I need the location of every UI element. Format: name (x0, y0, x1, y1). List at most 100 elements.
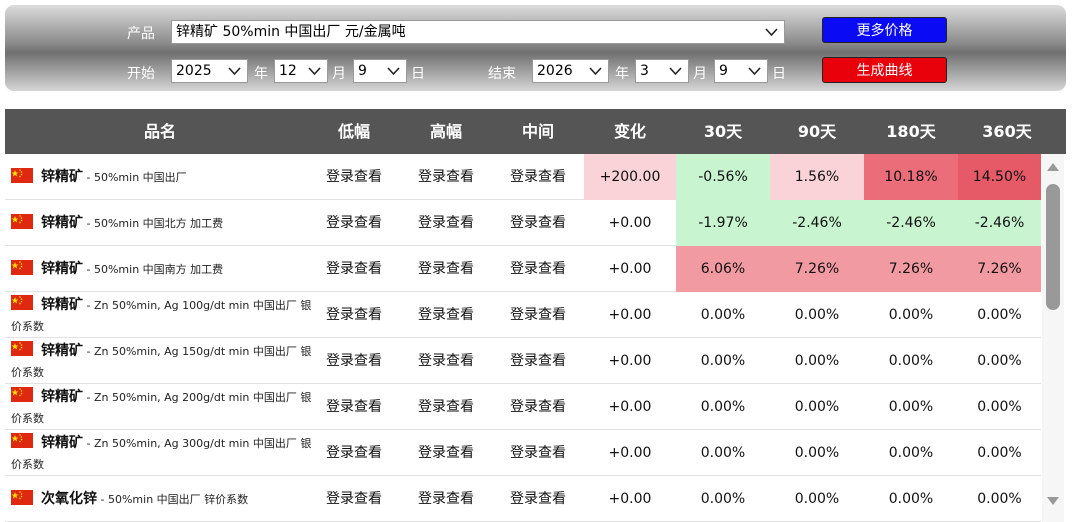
header-change: 变化 (613, 122, 646, 141)
change-30d: 0.00% (700, 445, 746, 461)
high-value[interactable]: 登录查看 (400, 246, 492, 292)
high-value[interactable]: 登录查看 (400, 200, 492, 246)
product-name[interactable]: 锌精矿 (41, 389, 83, 405)
mid-value[interactable]: 登录查看 (492, 292, 584, 338)
product-name[interactable]: 锌精矿 (41, 215, 83, 231)
product-name[interactable]: 锌精矿 (41, 169, 83, 185)
table-row[interactable]: 次氧化锌 - 50%min 中国出厂 锌价系数 登录查看 登录查看 登录查看 +… (5, 476, 1041, 522)
product-name[interactable]: 次氧化锌 (41, 491, 97, 507)
start-year-select[interactable]: 2025 (171, 59, 248, 83)
product-name[interactable]: 锌精矿 (41, 261, 83, 277)
product-spec: 50%min 中国北方 加工费 (93, 217, 224, 230)
product-name[interactable]: 锌精矿 (41, 297, 83, 313)
table-row[interactable]: 锌精矿 - 50%min 中国北方 加工费 登录查看 登录查看 登录查看 +0.… (5, 200, 1041, 246)
high-value[interactable]: 登录查看 (400, 338, 492, 384)
name-separator: - (83, 437, 94, 450)
product-name-cell: 锌精矿 - Zn 50%min, Ag 100g/dt min 中国出厂 银 价… (5, 292, 315, 338)
name-separator: - (83, 171, 94, 184)
low-value[interactable]: 登录查看 (308, 476, 400, 522)
product-spec: Zn 50%min, Ag 100g/dt min 中国出厂 银 (93, 299, 312, 312)
change-30d: -1.97% (676, 200, 770, 246)
header-90d: 90天 (797, 122, 837, 141)
product-name-cell: 次氧化锌 - 50%min 中国出厂 锌价系数 (5, 476, 315, 522)
header-low: 低幅 (337, 122, 370, 141)
table-scrollbar[interactable] (1042, 154, 1064, 522)
scroll-up-arrow-icon[interactable] (1046, 162, 1060, 172)
scrollbar-thumb[interactable] (1046, 184, 1060, 310)
mid-value[interactable]: 登录查看 (492, 338, 584, 384)
change-value: +0.00 (608, 445, 652, 461)
change-value: +0.00 (608, 353, 652, 369)
product-name-cell: 锌精矿 - 50%min 中国南方 加工费 (5, 246, 315, 292)
product-name-cell: 锌精矿 - 50%min 中国北方 加工费 (5, 200, 315, 246)
mid-value[interactable]: 登录查看 (492, 246, 584, 292)
end-label: 结束 (488, 66, 516, 82)
more-prices-button[interactable]: 更多价格 (822, 17, 947, 43)
high-value[interactable]: 登录查看 (400, 430, 492, 476)
high-value[interactable]: 登录查看 (400, 384, 492, 430)
china-flag-icon (11, 387, 33, 402)
china-flag-icon (11, 168, 33, 183)
table-row[interactable]: 锌精矿 - Zn 50%min, Ag 150g/dt min 中国出厂 银 价… (5, 338, 1041, 384)
change-90d: 7.26% (770, 246, 864, 292)
low-value[interactable]: 登录查看 (308, 338, 400, 384)
start-day-select[interactable]: 9 (353, 59, 407, 83)
table-row[interactable]: 锌精矿 - 50%min 中国出厂 登录查看 登录查看 登录查看 +200.00… (5, 154, 1041, 200)
change-30d: 0.00% (700, 491, 746, 507)
table-row[interactable]: 锌精矿 - Zn 50%min, Ag 200g/dt min 中国出厂 银 价… (5, 384, 1041, 430)
header-mid: 中间 (521, 122, 554, 141)
mid-value[interactable]: 登录查看 (492, 200, 584, 246)
product-select-value: 锌精矿 50%min 中国出厂 元/金属吨 (176, 24, 406, 40)
change-value: +0.00 (608, 491, 652, 507)
low-value[interactable]: 登录查看 (308, 200, 400, 246)
change-30d: 0.00% (700, 307, 746, 323)
start-day-value: 9 (358, 63, 367, 79)
change-180d: 10.18% (864, 154, 958, 200)
end-month-select[interactable]: 3 (635, 59, 689, 83)
table-row[interactable]: 锌精矿 - Zn 50%min, Ag 300g/dt min 中国出厂 银 价… (5, 430, 1041, 476)
mid-value[interactable]: 登录查看 (492, 384, 584, 430)
china-flag-icon (11, 295, 33, 310)
table-row[interactable]: 锌精矿 - 50%min 中国南方 加工费 登录查看 登录查看 登录查看 +0.… (5, 246, 1041, 292)
change-90d: 0.00% (794, 353, 840, 369)
change-90d: 0.00% (794, 399, 840, 415)
low-value[interactable]: 登录查看 (308, 154, 400, 200)
high-value[interactable]: 登录查看 (400, 292, 492, 338)
change-30d: 0.00% (700, 399, 746, 415)
header-name: 品名 (143, 122, 176, 141)
product-spec-continued: 价系数 (11, 412, 44, 425)
end-day-select[interactable]: 9 (714, 59, 768, 83)
change-30d: 0.00% (700, 353, 746, 369)
high-value[interactable]: 登录查看 (400, 154, 492, 200)
product-spec-continued: 价系数 (11, 366, 44, 379)
product-name[interactable]: 锌精矿 (41, 435, 83, 451)
scroll-down-arrow-icon[interactable] (1046, 496, 1060, 506)
mid-value[interactable]: 登录查看 (492, 154, 584, 200)
generate-curve-button[interactable]: 生成曲线 (822, 57, 947, 83)
product-select[interactable]: 锌精矿 50%min 中国出厂 元/金属吨 (171, 20, 785, 44)
china-flag-icon (11, 341, 33, 356)
product-spec: 50%min 中国南方 加工费 (93, 263, 224, 276)
high-value[interactable]: 登录查看 (400, 476, 492, 522)
mid-value[interactable]: 登录查看 (492, 430, 584, 476)
product-spec: 50%min 中国出厂 (93, 171, 187, 184)
end-month-value: 3 (640, 63, 649, 79)
product-name[interactable]: 锌精矿 (41, 343, 83, 359)
start-month-select[interactable]: 12 (274, 59, 328, 83)
low-value[interactable]: 登录查看 (308, 292, 400, 338)
end-day-value: 9 (719, 63, 728, 79)
low-value[interactable]: 登录查看 (308, 384, 400, 430)
end-year-select[interactable]: 2026 (532, 59, 609, 83)
change-360d: 0.00% (977, 307, 1022, 323)
change-360d: 0.00% (977, 491, 1022, 507)
start-month-value: 12 (279, 63, 297, 79)
change-30d: -0.56% (676, 154, 770, 200)
low-value[interactable]: 登录查看 (308, 430, 400, 476)
start-year-unit: 年 (254, 66, 268, 82)
name-separator: - (83, 263, 94, 276)
mid-value[interactable]: 登录查看 (492, 476, 584, 522)
chevron-down-icon (308, 67, 321, 76)
table-row[interactable]: 锌精矿 - Zn 50%min, Ag 100g/dt min 中国出厂 银 价… (5, 292, 1041, 338)
product-label: 产品 (127, 26, 155, 42)
low-value[interactable]: 登录查看 (308, 246, 400, 292)
